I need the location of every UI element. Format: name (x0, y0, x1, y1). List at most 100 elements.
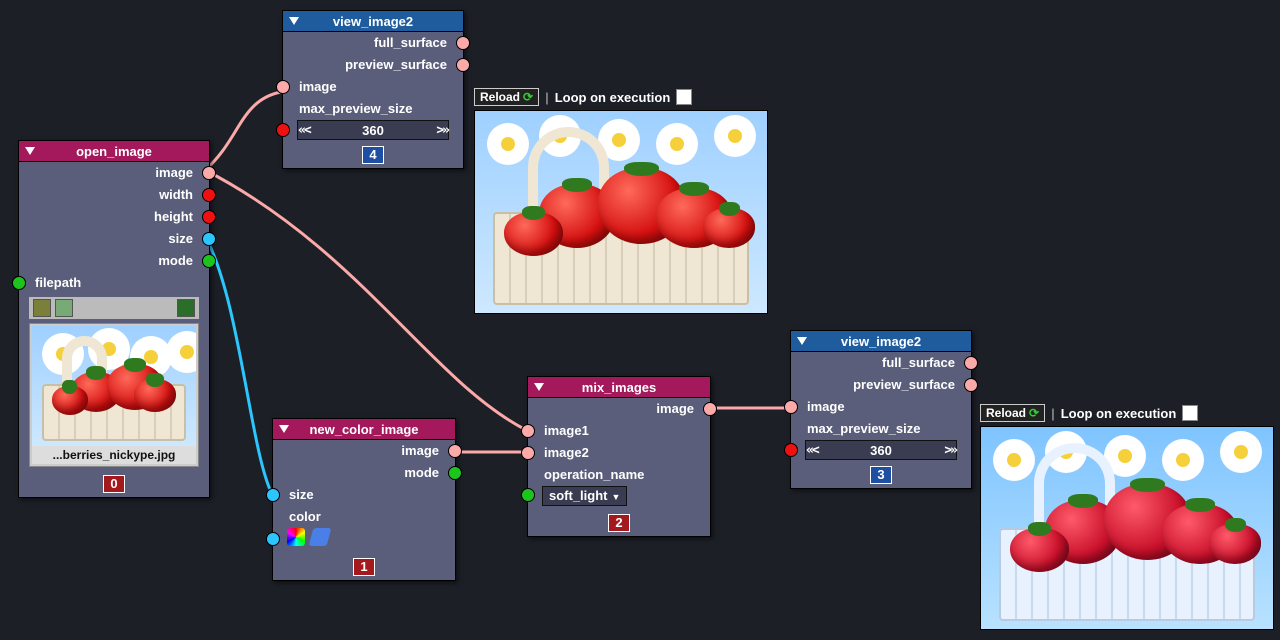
port-filepath: filepath (19, 272, 209, 294)
port-in-size[interactable] (266, 488, 280, 502)
port-out[interactable] (456, 36, 470, 50)
node-title[interactable]: new_color_image (273, 419, 455, 440)
port-mode: mode (19, 250, 209, 272)
spinner-value: 360 (818, 443, 945, 458)
port-out-size[interactable] (202, 232, 216, 246)
port-size: size (273, 484, 455, 506)
port-in-image2[interactable] (521, 446, 535, 460)
spinner-value: 360 (310, 123, 437, 138)
port-out[interactable] (964, 356, 978, 370)
title-text: view_image2 (841, 334, 921, 349)
operation-name-label: operation_name (528, 464, 710, 486)
port-full-surface: full_surface (283, 32, 463, 54)
reload-button[interactable]: Reload⟳ (474, 88, 539, 106)
port-in-filepath[interactable] (12, 276, 26, 290)
node-mix-images[interactable]: mix_images image image1 image2 operation… (527, 376, 711, 537)
globe-icon[interactable] (55, 299, 73, 317)
chevron-down-icon: ▼ (612, 492, 621, 502)
node-view-image-right[interactable]: view_image2 full_surface preview_surface… (790, 330, 972, 489)
port-out-mode[interactable] (448, 466, 462, 480)
collapse-icon[interactable] (289, 17, 299, 25)
port-in-image[interactable] (784, 400, 798, 414)
loop-checkbox[interactable] (1182, 405, 1198, 421)
port-out[interactable] (964, 378, 978, 392)
port-mode: mode (273, 462, 455, 484)
max-preview-size-label: max_preview_size (791, 418, 971, 440)
chevron-left-icon[interactable]: «< (298, 123, 310, 138)
port-in-max-preview[interactable] (276, 123, 290, 137)
node-order-badge: 3 (870, 466, 891, 484)
port-out[interactable] (456, 58, 470, 72)
thumbnail: ...berries_nickype.jpg (29, 323, 199, 467)
separator: | (545, 90, 549, 105)
node-open-image[interactable]: open_image image width height size mode … (18, 140, 210, 498)
port-image2: image2 (528, 442, 710, 464)
node-title[interactable]: view_image2 (791, 331, 971, 352)
chevron-left-icon[interactable]: «< (806, 443, 818, 458)
loop-label: Loop on execution (555, 90, 671, 105)
refresh-icon: ⟳ (1029, 406, 1039, 420)
port-preview-surface: preview_surface (791, 374, 971, 396)
node-order-badge: 2 (608, 514, 629, 532)
title-text: mix_images (582, 380, 656, 395)
port-out-image[interactable] (202, 166, 216, 180)
chevron-right-icon[interactable]: >» (436, 123, 448, 138)
port-out-mode[interactable] (202, 254, 216, 268)
node-title[interactable]: view_image2 (283, 11, 463, 32)
collapse-icon[interactable] (279, 425, 289, 433)
color-wheel-icon[interactable] (287, 528, 305, 546)
port-out-image[interactable] (703, 402, 717, 416)
reload-button[interactable]: Reload⟳ (980, 404, 1045, 422)
max-preview-size-label: max_preview_size (283, 98, 463, 120)
port-out-height[interactable] (202, 210, 216, 224)
node-new-color-image[interactable]: new_color_image image mode size color 1 (272, 418, 456, 581)
port-image: image (791, 396, 971, 418)
port-full-surface: full_surface (791, 352, 971, 374)
port-preview-surface: preview_surface (283, 54, 463, 76)
port-size: size (19, 228, 209, 250)
node-order-badge: 4 (362, 146, 383, 164)
filename-label: ...berries_nickype.jpg (32, 446, 196, 464)
preview-toolbar-right: Reload⟳ | Loop on execution (980, 404, 1198, 422)
chevron-right-icon[interactable]: >» (944, 443, 956, 458)
collapse-icon[interactable] (25, 147, 35, 155)
collapse-icon[interactable] (797, 337, 807, 345)
port-width: width (19, 184, 209, 206)
separator: | (1051, 406, 1055, 421)
title-text: new_color_image (309, 422, 418, 437)
preview-toolbar-top: Reload⟳ | Loop on execution (474, 88, 692, 106)
node-order-badge: 0 (103, 475, 124, 493)
port-in-image[interactable] (276, 80, 290, 94)
port-color-label: color (273, 506, 455, 528)
max-preview-spinner[interactable]: «<360>» (297, 120, 449, 140)
reload-icon[interactable] (177, 299, 195, 317)
port-image: image (283, 76, 463, 98)
node-graph-canvas[interactable]: open_image image width height size mode … (0, 0, 1280, 640)
port-image1: image1 (528, 420, 710, 442)
node-order-badge: 1 (353, 558, 374, 576)
port-out-width[interactable] (202, 188, 216, 202)
port-image: image (528, 398, 710, 420)
title-text: open_image (76, 144, 152, 159)
port-in-op[interactable] (521, 488, 535, 502)
port-in-max-preview[interactable] (784, 443, 798, 457)
port-in-image1[interactable] (521, 424, 535, 438)
loop-checkbox[interactable] (676, 89, 692, 105)
port-image: image (273, 440, 455, 462)
preview-image-right (980, 426, 1274, 630)
collapse-icon[interactable] (534, 383, 544, 391)
node-view-image-top[interactable]: view_image2 full_surface preview_surface… (282, 10, 464, 169)
node-title[interactable]: open_image (19, 141, 209, 162)
folder-icon[interactable] (33, 299, 51, 317)
dropdown-value: soft_light (549, 488, 608, 503)
port-image: image (19, 162, 209, 184)
refresh-icon: ⟳ (523, 90, 533, 104)
node-title[interactable]: mix_images (528, 377, 710, 398)
operation-dropdown[interactable]: soft_light ▼ (542, 486, 627, 506)
port-in-color[interactable] (266, 532, 280, 546)
max-preview-spinner[interactable]: «<360>» (805, 440, 957, 460)
port-out-image[interactable] (448, 444, 462, 458)
preview-image-top (474, 110, 768, 314)
color-swatches (273, 528, 455, 552)
color-swatch[interactable] (309, 528, 332, 546)
